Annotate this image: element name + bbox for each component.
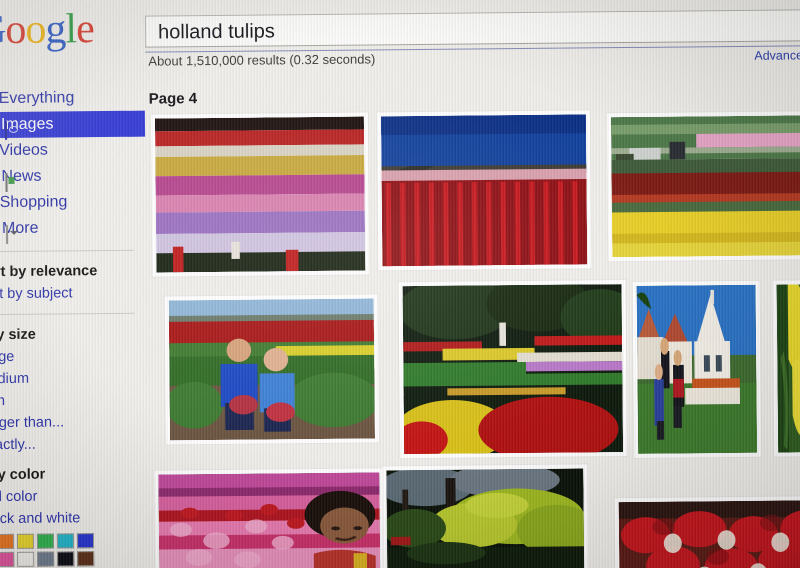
image-result-thumbnail[interactable] (606, 110, 800, 262)
sidebar-item-label: Videos (0, 141, 48, 160)
color-swatch[interactable] (76, 533, 95, 549)
color-option-black-and-white[interactable]: Black and white (0, 507, 149, 531)
sidebar-item-shopping[interactable]: Shopping (0, 189, 146, 217)
size-option-larger-than[interactable]: Larger than... (0, 411, 148, 435)
sidebar-item-label: Everything (0, 89, 75, 108)
color-option-any-color[interactable]: Any color (0, 463, 148, 487)
sort-option-sort-by-subject[interactable]: Sort by subject (0, 282, 147, 306)
size-option-icon[interactable]: Icon (0, 389, 148, 413)
monitor-screen: Google Search About 1,510,000 results (0… (0, 0, 800, 568)
search-input[interactable] (145, 10, 800, 47)
thumbnail-image (380, 114, 588, 267)
image-result-thumbnail[interactable] (150, 112, 370, 277)
color-swatch[interactable] (0, 533, 15, 550)
image-result-thumbnail[interactable] (382, 464, 589, 568)
google-image-search-page: Google Search About 1,510,000 results (0… (0, 0, 800, 568)
color-swatch[interactable] (36, 533, 55, 549)
size-filter-options: Any size Large Medium Icon Larger than... Exa… (0, 323, 148, 457)
thumbnail-image (386, 468, 585, 568)
image-result-thumbnail[interactable] (164, 294, 380, 445)
color-swatch[interactable] (77, 551, 95, 567)
page-label: Page 4 (148, 90, 198, 108)
logo-letter: g (45, 6, 66, 53)
thumbnail-image (158, 472, 381, 568)
logo-letter: o (5, 6, 26, 53)
sidebar-divider (0, 312, 135, 316)
thumbnail-image (618, 499, 800, 568)
sidebar-item-label: Shopping (0, 193, 68, 212)
sidebar-item-more[interactable]: More (0, 215, 146, 244)
sidebar-item-news[interactable]: News (0, 163, 146, 192)
color-swatch[interactable] (17, 551, 35, 567)
sidebar-item-videos[interactable]: Videos (0, 137, 145, 165)
color-swatch[interactable] (56, 533, 75, 549)
color-swatch[interactable] (37, 551, 55, 567)
chevron-down-icon (5, 224, 9, 244)
sort-options: Sort by relevance Sort by subject (0, 260, 147, 306)
sort-option-sort-by-relevance[interactable]: Sort by relevance (0, 260, 146, 284)
search-box[interactable] (144, 9, 800, 48)
page-header: Google Search About 1,510,000 results (0… (0, 0, 800, 86)
sidebar-item-images[interactable]: Images (0, 110, 146, 140)
logo-letter: e (75, 6, 94, 53)
image-result-thumbnail[interactable] (772, 279, 800, 457)
thumbnail-image (776, 283, 800, 453)
image-result-thumbnail[interactable] (154, 468, 385, 568)
logo-letter: o (25, 6, 46, 53)
result-stats: About 1,510,000 results (0.32 seconds) (148, 51, 376, 69)
image-result-thumbnail[interactable] (632, 280, 762, 458)
size-option-any-size[interactable]: Any size (0, 323, 147, 347)
swatch-row (0, 551, 149, 568)
swatch-row (0, 533, 149, 550)
thumbnail-image (154, 116, 366, 273)
sidebar-divider (0, 249, 135, 253)
color-swatch[interactable] (57, 551, 75, 567)
screen-photograph: Google Search About 1,510,000 results (0… (0, 0, 800, 568)
logo-letter: l (65, 6, 77, 53)
color-option-full-color[interactable]: Full color (0, 485, 149, 509)
size-option-medium[interactable]: Medium (0, 367, 148, 391)
thumbnail-image (402, 284, 624, 455)
image-results-grid (145, 108, 800, 568)
color-swatch-grid (0, 533, 149, 568)
thumbnail-image (610, 115, 800, 258)
thumbnail-image (636, 284, 758, 454)
color-swatch[interactable] (16, 533, 35, 549)
advanced-search-link[interactable]: Advanced search (754, 48, 800, 63)
size-option-exactly[interactable]: Exactly... (0, 433, 148, 457)
image-result-thumbnail[interactable] (614, 495, 800, 568)
search-vertical-nav: Everything Images Videos News Shopping More (0, 85, 146, 244)
google-logo[interactable]: Google (0, 6, 94, 53)
left-sidebar: Everything Images Videos News Shopping More S… (0, 85, 150, 568)
color-filter-options: Any colorFull colorBlack and white (0, 463, 149, 531)
size-option-large[interactable]: Large (0, 345, 147, 369)
image-result-thumbnail[interactable] (376, 110, 592, 271)
sidebar-item-everything[interactable]: Everything (0, 85, 145, 113)
thumbnail-image (168, 298, 375, 441)
color-swatch[interactable] (0, 551, 15, 568)
image-result-thumbnail[interactable] (398, 280, 628, 459)
